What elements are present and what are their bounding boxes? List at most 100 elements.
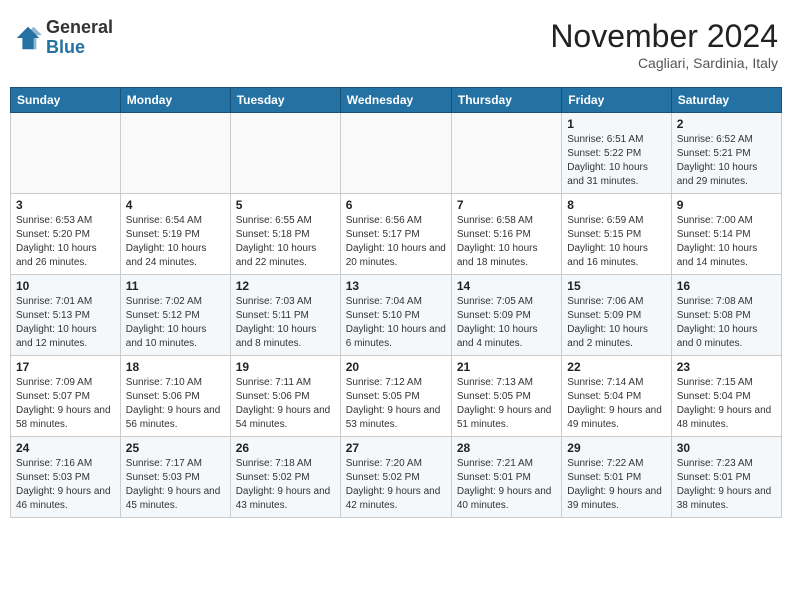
calendar-cell: 6 Sunrise: 6:56 AM Sunset: 5:17 PM Daylig… bbox=[340, 194, 451, 275]
day-number: 9 bbox=[677, 198, 776, 212]
day-number: 12 bbox=[236, 279, 335, 293]
day-number: 24 bbox=[16, 441, 115, 455]
calendar-cell bbox=[340, 113, 451, 194]
day-info: Sunrise: 7:05 AM Sunset: 5:09 PM Dayligh… bbox=[457, 295, 556, 351]
day-info: Sunrise: 6:59 AM Sunset: 5:15 PM Dayligh… bbox=[567, 214, 665, 270]
logo: General Blue bbox=[14, 18, 113, 58]
calendar-week-row: 24 Sunrise: 7:16 AM Sunset: 5:03 PM Dayli… bbox=[11, 437, 782, 518]
calendar-cell: 13 Sunrise: 7:04 AM Sunset: 5:10 PM Dayli… bbox=[340, 275, 451, 356]
calendar-header-sunday: Sunday bbox=[11, 88, 121, 113]
calendar-cell bbox=[451, 113, 561, 194]
calendar-cell: 27 Sunrise: 7:20 AM Sunset: 5:02 PM Dayli… bbox=[340, 437, 451, 518]
day-info: Sunrise: 7:00 AM Sunset: 5:14 PM Dayligh… bbox=[677, 214, 776, 270]
calendar-cell: 25Sunrise: 7:17 AM Sunset: 5:03 PM Dayli… bbox=[120, 437, 230, 518]
day-info: Sunrise: 7:09 AM Sunset: 5:07 PM Dayligh… bbox=[16, 376, 115, 432]
day-number: 2 bbox=[677, 117, 776, 131]
day-number: 30 bbox=[677, 441, 776, 455]
day-number: 11 bbox=[126, 279, 225, 293]
calendar-week-row: 3 Sunrise: 6:53 AM Sunset: 5:20 PM Daylig… bbox=[11, 194, 782, 275]
day-info: Sunrise: 7:16 AM Sunset: 5:03 PM Dayligh… bbox=[16, 457, 115, 513]
calendar-cell: 18Sunrise: 7:10 AM Sunset: 5:06 PM Dayli… bbox=[120, 356, 230, 437]
day-info: Sunrise: 7:03 AM Sunset: 5:11 PM Dayligh… bbox=[236, 295, 335, 351]
day-number: 7 bbox=[457, 198, 556, 212]
day-number: 10 bbox=[16, 279, 115, 293]
calendar-header-monday: Monday bbox=[120, 88, 230, 113]
day-info: Sunrise: 7:10 AM Sunset: 5:06 PM Dayligh… bbox=[126, 376, 225, 432]
calendar-header-tuesday: Tuesday bbox=[230, 88, 340, 113]
calendar-week-row: 10 Sunrise: 7:01 AM Sunset: 5:13 PM Dayli… bbox=[11, 275, 782, 356]
day-number: 15 bbox=[567, 279, 665, 293]
day-info: Sunrise: 7:15 AM Sunset: 5:04 PM Dayligh… bbox=[677, 376, 776, 432]
calendar-cell: 17 Sunrise: 7:09 AM Sunset: 5:07 PM Dayli… bbox=[11, 356, 121, 437]
calendar-cell: 23 Sunrise: 7:15 AM Sunset: 5:04 PM Dayli… bbox=[671, 356, 781, 437]
calendar-cell: 19 Sunrise: 7:11 AM Sunset: 5:06 PM Dayli… bbox=[230, 356, 340, 437]
day-info: Sunrise: 6:58 AM Sunset: 5:16 PM Dayligh… bbox=[457, 214, 556, 270]
logo-blue-label: Blue bbox=[46, 38, 113, 58]
calendar-week-row: 17 Sunrise: 7:09 AM Sunset: 5:07 PM Dayli… bbox=[11, 356, 782, 437]
day-info: Sunrise: 7:23 AM Sunset: 5:01 PM Dayligh… bbox=[677, 457, 776, 513]
day-number: 22 bbox=[567, 360, 665, 374]
day-info: Sunrise: 6:51 AM Sunset: 5:22 PM Dayligh… bbox=[567, 133, 665, 189]
title-block: November 2024 Cagliari, Sardinia, Italy bbox=[550, 18, 778, 71]
logo-text: General Blue bbox=[46, 18, 113, 58]
day-info: Sunrise: 7:12 AM Sunset: 5:05 PM Dayligh… bbox=[346, 376, 446, 432]
day-number: 3 bbox=[16, 198, 115, 212]
day-number: 1 bbox=[567, 117, 665, 131]
day-info: Sunrise: 7:08 AM Sunset: 5:08 PM Dayligh… bbox=[677, 295, 776, 351]
location-subtitle: Cagliari, Sardinia, Italy bbox=[550, 55, 778, 71]
day-number: 26 bbox=[236, 441, 335, 455]
day-number: 13 bbox=[346, 279, 446, 293]
day-info: Sunrise: 7:14 AM Sunset: 5:04 PM Dayligh… bbox=[567, 376, 665, 432]
calendar-header-thursday: Thursday bbox=[451, 88, 561, 113]
calendar-cell: 29 Sunrise: 7:22 AM Sunset: 5:01 PM Dayli… bbox=[562, 437, 671, 518]
day-info: Sunrise: 7:22 AM Sunset: 5:01 PM Dayligh… bbox=[567, 457, 665, 513]
calendar-cell: 12 Sunrise: 7:03 AM Sunset: 5:11 PM Dayli… bbox=[230, 275, 340, 356]
calendar-table: SundayMondayTuesdayWednesdayThursdayFrid… bbox=[10, 87, 782, 518]
calendar-cell: 20 Sunrise: 7:12 AM Sunset: 5:05 PM Dayli… bbox=[340, 356, 451, 437]
calendar-cell: 26Sunrise: 7:18 AM Sunset: 5:02 PM Dayli… bbox=[230, 437, 340, 518]
day-number: 19 bbox=[236, 360, 335, 374]
calendar-header-friday: Friday bbox=[562, 88, 671, 113]
day-info: Sunrise: 7:21 AM Sunset: 5:01 PM Dayligh… bbox=[457, 457, 556, 513]
calendar-header-wednesday: Wednesday bbox=[340, 88, 451, 113]
day-number: 25 bbox=[126, 441, 225, 455]
day-number: 23 bbox=[677, 360, 776, 374]
calendar-cell: 8Sunrise: 6:59 AM Sunset: 5:15 PM Daylig… bbox=[562, 194, 671, 275]
day-info: Sunrise: 7:20 AM Sunset: 5:02 PM Dayligh… bbox=[346, 457, 446, 513]
day-info: Sunrise: 6:52 AM Sunset: 5:21 PM Dayligh… bbox=[677, 133, 776, 189]
day-number: 28 bbox=[457, 441, 556, 455]
calendar-cell: 11 Sunrise: 7:02 AM Sunset: 5:12 PM Dayli… bbox=[120, 275, 230, 356]
day-number: 29 bbox=[567, 441, 665, 455]
month-title: November 2024 bbox=[550, 18, 778, 55]
day-info: Sunrise: 6:56 AM Sunset: 5:17 PM Dayligh… bbox=[346, 214, 446, 270]
day-number: 6 bbox=[346, 198, 446, 212]
calendar-cell: 30 Sunrise: 7:23 AM Sunset: 5:01 PM Dayli… bbox=[671, 437, 781, 518]
calendar-cell: 3 Sunrise: 6:53 AM Sunset: 5:20 PM Daylig… bbox=[11, 194, 121, 275]
day-number: 27 bbox=[346, 441, 446, 455]
calendar-cell: 14 Sunrise: 7:05 AM Sunset: 5:09 PM Dayli… bbox=[451, 275, 561, 356]
day-number: 4 bbox=[126, 198, 225, 212]
day-info: Sunrise: 7:02 AM Sunset: 5:12 PM Dayligh… bbox=[126, 295, 225, 351]
calendar-cell: 28 Sunrise: 7:21 AM Sunset: 5:01 PM Dayli… bbox=[451, 437, 561, 518]
day-info: Sunrise: 7:06 AM Sunset: 5:09 PM Dayligh… bbox=[567, 295, 665, 351]
logo-icon bbox=[14, 24, 42, 52]
day-info: Sunrise: 7:04 AM Sunset: 5:10 PM Dayligh… bbox=[346, 295, 446, 351]
calendar-cell: 24 Sunrise: 7:16 AM Sunset: 5:03 PM Dayli… bbox=[11, 437, 121, 518]
day-info: Sunrise: 6:55 AM Sunset: 5:18 PM Dayligh… bbox=[236, 214, 335, 270]
calendar-header-row: SundayMondayTuesdayWednesdayThursdayFrid… bbox=[11, 88, 782, 113]
calendar-cell: 9 Sunrise: 7:00 AM Sunset: 5:14 PM Daylig… bbox=[671, 194, 781, 275]
calendar-week-row: 1 Sunrise: 6:51 AM Sunset: 5:22 PM Daylig… bbox=[11, 113, 782, 194]
logo-general-label: General bbox=[46, 18, 113, 38]
calendar-cell: 7 Sunrise: 6:58 AM Sunset: 5:16 PM Daylig… bbox=[451, 194, 561, 275]
calendar-cell: 4Sunrise: 6:54 AM Sunset: 5:19 PM Daylig… bbox=[120, 194, 230, 275]
day-number: 17 bbox=[16, 360, 115, 374]
day-number: 14 bbox=[457, 279, 556, 293]
day-info: Sunrise: 7:11 AM Sunset: 5:06 PM Dayligh… bbox=[236, 376, 335, 432]
day-number: 20 bbox=[346, 360, 446, 374]
calendar-cell: 10 Sunrise: 7:01 AM Sunset: 5:13 PM Dayli… bbox=[11, 275, 121, 356]
calendar-cell: 2 Sunrise: 6:52 AM Sunset: 5:21 PM Daylig… bbox=[671, 113, 781, 194]
calendar-cell: 16Sunrise: 7:08 AM Sunset: 5:08 PM Dayli… bbox=[671, 275, 781, 356]
calendar-cell bbox=[11, 113, 121, 194]
day-info: Sunrise: 6:53 AM Sunset: 5:20 PM Dayligh… bbox=[16, 214, 115, 270]
day-info: Sunrise: 7:01 AM Sunset: 5:13 PM Dayligh… bbox=[16, 295, 115, 351]
